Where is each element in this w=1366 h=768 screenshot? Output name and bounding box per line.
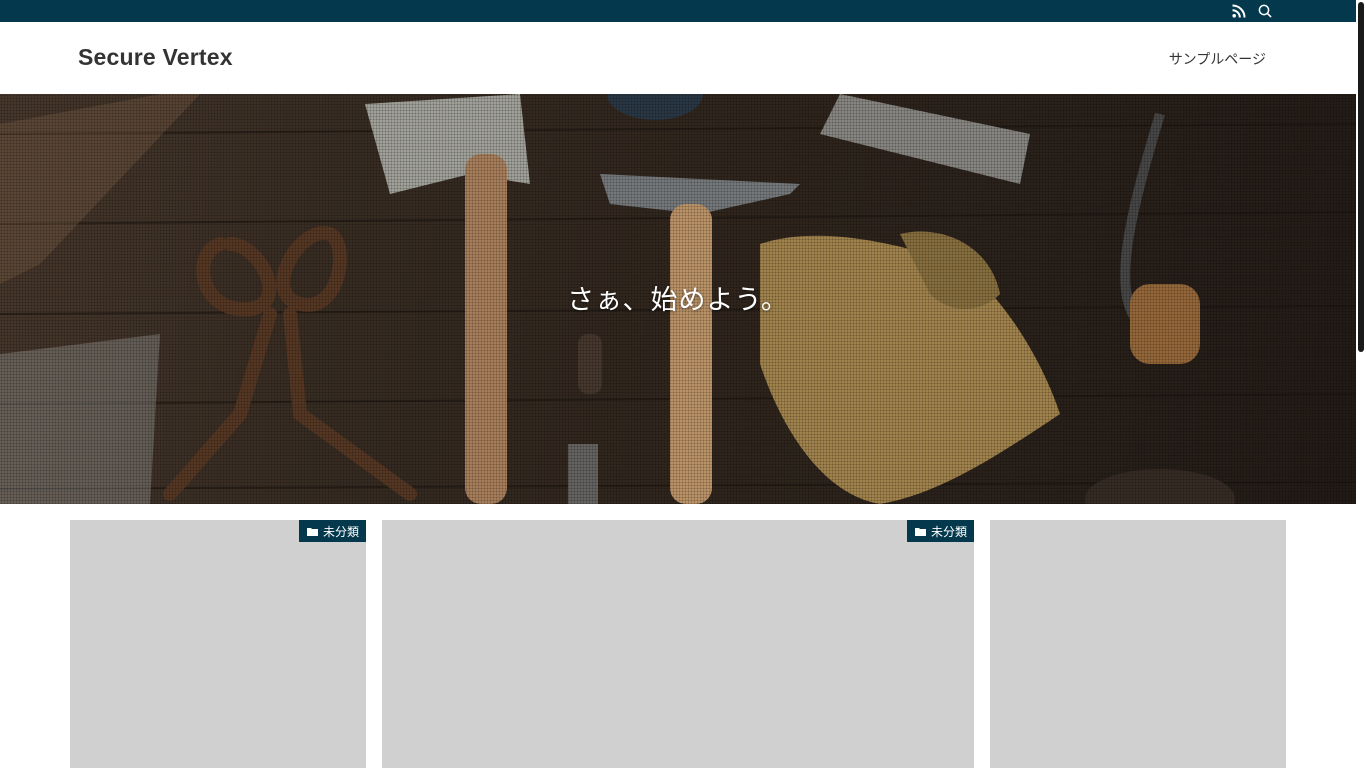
- category-badge[interactable]: 未分類: [906, 520, 974, 542]
- top-bar: [0, 0, 1356, 22]
- folder-icon: [914, 527, 926, 536]
- rss-icon[interactable]: [1231, 3, 1247, 19]
- scrollbar-thumb[interactable]: [1358, 2, 1364, 352]
- category-badge[interactable]: 未分類: [298, 520, 366, 542]
- hero-banner: さぁ、始めよう。: [0, 94, 1356, 504]
- nav-item-sample-page[interactable]: サンプルページ: [1169, 49, 1266, 69]
- category-label: 未分類: [930, 524, 967, 539]
- search-icon[interactable]: [1257, 3, 1273, 19]
- post-card[interactable]: 未分類: [382, 520, 974, 768]
- category-label: 未分類: [322, 524, 359, 539]
- site-header: Secure Vertex サンプルページ: [0, 22, 1356, 94]
- folder-icon: [306, 527, 318, 536]
- post-card[interactable]: [990, 520, 1286, 768]
- post-card[interactable]: 未分類: [70, 520, 366, 768]
- site-title[interactable]: Secure Vertex: [78, 44, 233, 71]
- hero-title: さぁ、始めよう。: [567, 285, 789, 316]
